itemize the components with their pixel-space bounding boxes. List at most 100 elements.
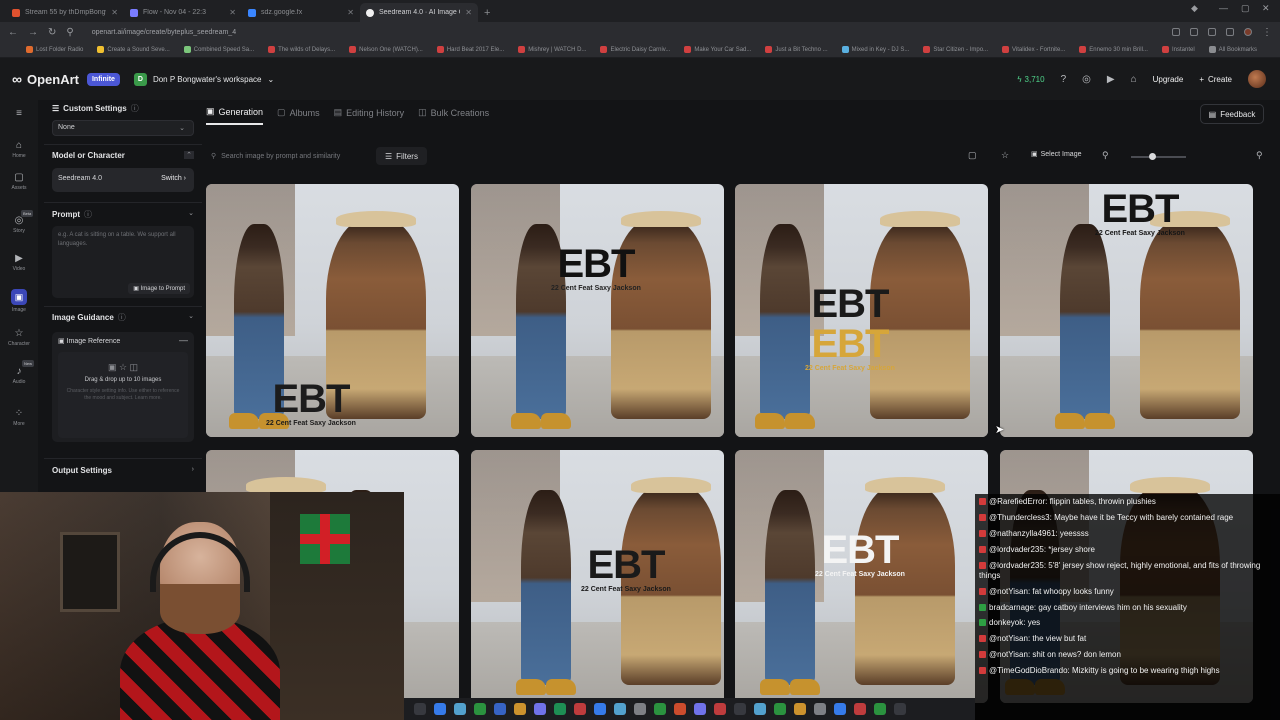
generated-image-thumbnail[interactable]: EBT 22 Cent Feat Saxy Jackson [471,184,724,437]
bookmark-item[interactable]: Just a Bit Techno ... [765,46,828,53]
minimize-icon[interactable]: — [1219,3,1228,13]
maximize-icon[interactable]: ▢ [1241,3,1250,14]
user-avatar[interactable] [1248,70,1266,88]
close-tab-icon[interactable]: ✕ [465,8,472,17]
chevron-down-icon[interactable]: ⌄ [188,209,194,217]
rail-item-more[interactable]: ⁘ More [0,408,38,427]
generated-image-thumbnail[interactable]: EBT 22 Cent Feat Saxy Jackson [206,184,459,437]
extension-icon[interactable] [1226,28,1234,36]
reload-icon[interactable]: ↻ [48,27,56,38]
tab-generation[interactable]: ▣ Generation [206,106,264,125]
custom-settings-header[interactable]: ☰ Custom Settings ⓘ [52,103,139,114]
browser-tab[interactable]: Stream 55 by thDmpBongwate ✕ [6,3,124,22]
bookmark-item[interactable]: Lost Folder Radio [26,46,83,53]
profile-dot-icon[interactable]: ◆ [1191,3,1198,14]
custom-settings-select[interactable]: None ⌄ [52,120,194,136]
chevron-right-icon[interactable]: › [192,466,194,473]
generated-image-thumbnail[interactable]: EBT 22 Cent Feat Saxy Jackson [735,450,988,703]
help-icon[interactable]: ? [1061,74,1067,85]
bookmark-item[interactable]: Hard Beat 2017 Ele... [436,46,504,53]
search-input[interactable]: ⚲ Search image by prompt and similarity [206,147,371,165]
collapse-icon[interactable]: — [179,335,188,345]
bookmark-item[interactable]: Nelson One (WATCH)... [349,46,423,53]
brand-logo[interactable]: ∞ OpenArt [12,71,79,87]
chevron-up-icon[interactable]: ⌃ [184,151,194,159]
url-field[interactable]: openart.ai/image/create/byteplus_seedrea… [84,29,1162,36]
taskbar-app-icon[interactable] [614,703,626,715]
profile-icon[interactable] [1244,28,1252,36]
bookmark-item[interactable]: Star Citizen - Impo... [923,46,988,53]
taskbar-app-icon[interactable] [674,703,686,715]
taskbar-app-icon[interactable] [694,703,706,715]
taskbar-app-icon[interactable] [494,703,506,715]
filters-button[interactable]: ☰ Filters [376,147,427,165]
upgrade-button[interactable]: Upgrade [1153,75,1184,84]
zoom-out-icon[interactable]: ⚲ [1102,150,1109,161]
bookmark-item[interactable]: Instantel [1161,46,1195,53]
close-tab-icon[interactable]: ✕ [229,8,236,17]
site-info-icon[interactable]: ⚲ [66,27,73,38]
taskbar-app-icon[interactable] [574,703,586,715]
output-settings-header[interactable]: Output Settings [52,466,112,475]
taskbar-app-icon[interactable] [474,703,486,715]
chevron-down-icon[interactable]: ⌄ [188,312,194,320]
generated-image-thumbnail[interactable]: EBT 22 Cent Feat Saxy Jackson [1000,184,1253,437]
taskbar-app-icon[interactable] [714,703,726,715]
bookmark-item[interactable]: Electric Daisy Carniv... [600,46,670,53]
forward-icon[interactable]: → [28,27,38,38]
browser-tab[interactable]: sdz.google.fx ✕ [242,3,360,22]
image-to-prompt-button[interactable]: ▣ Image to Prompt [128,283,190,294]
taskbar-app-icon[interactable] [434,703,446,715]
taskbar-app-icon[interactable] [634,703,646,715]
select-image-button[interactable]: ▣ Select Image [1031,150,1081,159]
browser-tab-active[interactable]: Seedream 4.0 · AI Image Gen ✕ [360,3,478,22]
tab-bulk-creations[interactable]: ◫ Bulk Creations [418,106,489,125]
prompt-textarea[interactable]: e.g. A cat is sitting on a table. We sup… [52,226,194,298]
bookmark-item[interactable]: Mixed in Key - DJ S... [841,46,909,53]
taskbar-app-icon[interactable] [554,703,566,715]
taskbar-app-icon[interactable] [754,703,766,715]
taskbar-app-icon[interactable] [534,703,546,715]
taskbar-app-icon[interactable] [414,703,426,715]
taskbar-app-icon[interactable] [894,703,906,715]
rail-item-home[interactable]: ⌂ Home [0,140,38,159]
rail-item-character[interactable]: ☆ Character [0,328,38,347]
taskbar-app-icon[interactable] [774,703,786,715]
new-tab-button[interactable]: + [478,7,496,22]
create-button[interactable]: + Create [1199,75,1232,84]
discord-icon[interactable]: ◎ [1082,74,1091,85]
credits-counter[interactable]: ϟ 3,710 [1017,75,1044,84]
taskbar-app-icon[interactable] [854,703,866,715]
close-window-icon[interactable]: ✕ [1262,3,1270,14]
bookmark-item[interactable]: The wilds of Delays... [268,46,335,53]
bookmark-item[interactable]: Create a Sound Seve... [97,46,170,53]
generated-image-thumbnail[interactable]: EBT EBT 22 Cent Feat Saxy Jackson [735,184,988,437]
browser-tab[interactable]: Flow - Nov 04 - 22:3 ✕ [124,3,242,22]
zoom-slider-handle[interactable] [1149,153,1156,160]
feedback-button[interactable]: ▤ Feedback [1200,104,1264,124]
close-tab-icon[interactable]: ✕ [111,8,118,17]
menu-toggle[interactable]: ≡ [0,108,38,121]
bookmark-item[interactable]: Ennemo 30 min Brill... [1079,46,1148,53]
taskbar-app-icon[interactable] [734,703,746,715]
rail-item-audio[interactable]: ♪ Audio [0,366,38,385]
favorite-filter-icon[interactable]: ☆ [1001,150,1009,161]
taskbar-app-icon[interactable] [654,703,666,715]
taskbar-app-icon[interactable] [834,703,846,715]
bookmark-item[interactable]: Vitalidex - Fortnite... [1002,46,1065,53]
image-dropzone[interactable]: ▣ ☆ ◫ Drag & drop up to 10 images Charac… [58,352,188,438]
taskbar-app-icon[interactable] [794,703,806,715]
close-tab-icon[interactable]: ✕ [347,8,354,17]
gift-icon[interactable]: ⌂ [1131,74,1137,85]
switch-model-button[interactable]: Switch › [161,175,186,182]
menu-icon[interactable]: ⋮ [1262,27,1272,38]
bookmark-item[interactable]: Combined Speed Sa... [183,46,254,53]
tab-editing-history[interactable]: ▤ Editing History [334,106,405,125]
extension-icon[interactable] [1190,28,1198,36]
rail-item-image[interactable]: ▣ Image [0,289,38,313]
rail-item-story[interactable]: ◎ Story [0,215,38,234]
taskbar-app-icon[interactable] [594,703,606,715]
rail-item-assets[interactable]: ▢ Assets [0,172,38,191]
extension-icon[interactable] [1208,28,1216,36]
zoom-slider[interactable] [1131,156,1186,158]
